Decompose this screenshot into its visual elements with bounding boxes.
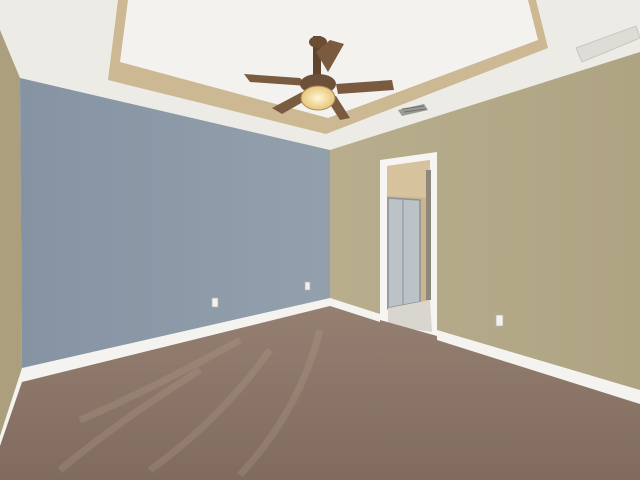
bathroom-doorway[interactable] xyxy=(380,152,437,336)
door-edge xyxy=(426,170,431,300)
wall-outlet-icon xyxy=(495,314,504,327)
wall-outlet-icon xyxy=(211,297,219,308)
bathroom-upper-wall xyxy=(387,160,430,198)
wall-outlet-icon xyxy=(304,281,311,291)
fan-light xyxy=(300,85,336,111)
shower-glass-door xyxy=(387,197,421,309)
empty-bedroom-scene xyxy=(0,0,640,480)
